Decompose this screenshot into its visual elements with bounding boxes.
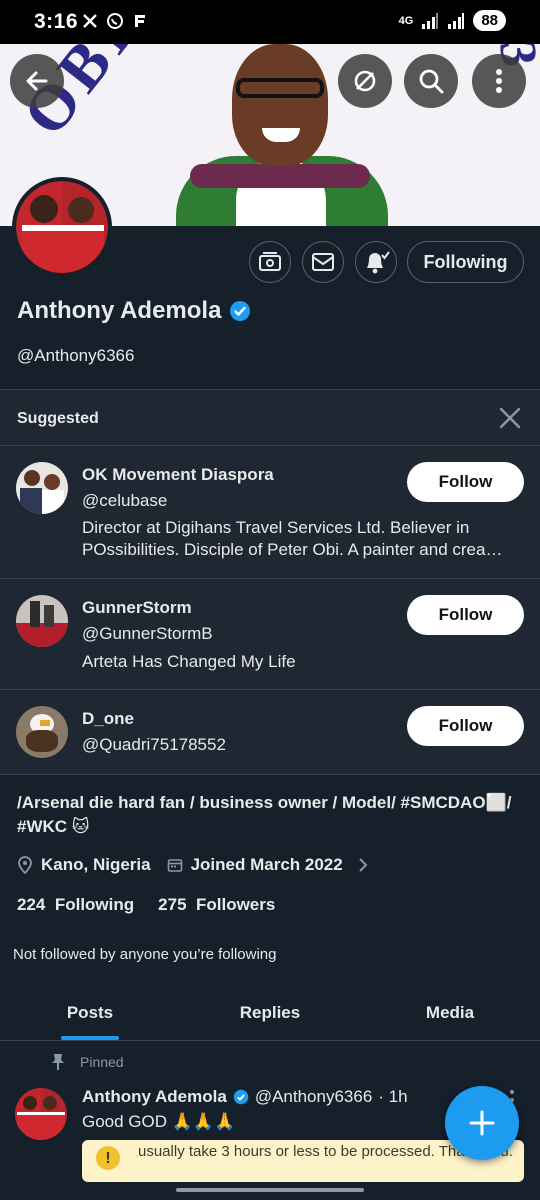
signal-icon [422,12,439,29]
pinned-label: Pinned [80,1054,124,1070]
divider [0,389,540,390]
following-button[interactable]: Following [407,241,524,283]
profile-handle: @Anthony6366 [17,346,135,365]
translate-button[interactable] [338,54,392,108]
suggestion-avatar[interactable] [16,706,68,758]
compose-button[interactable] [445,1086,519,1160]
more-options-button[interactable] [472,54,526,108]
profile-name: Anthony Ademola [17,297,222,324]
tab-label: Posts [66,1002,114,1022]
suggestion-name[interactable]: GunnerStorm [82,598,192,618]
whatsapp-icon [107,13,123,29]
divider [0,1040,540,1041]
notifications-button[interactable] [355,241,397,283]
arrow-left-icon [26,71,48,91]
chevron-right-icon [359,858,368,872]
status-bar: 3:16 4G 88 [0,0,540,44]
post-avatar[interactable] [15,1088,67,1140]
suggestion-name[interactable]: D_one [82,709,134,729]
tab-replies[interactable]: Replies [180,985,360,1040]
banner-figure-face [232,44,328,166]
warning-icon: ! [96,1146,120,1170]
pin-icon [52,1054,64,1070]
verified-badge-icon [233,1089,249,1105]
profile-tabs: Posts Replies Media [0,985,540,1040]
verified-badge-icon [230,301,251,321]
follow-button[interactable]: Follow [407,706,524,746]
profile-joined: Joined March 2022 [190,855,343,874]
suggestion-handle: @Quadri75178552 [82,735,226,754]
bell-check-icon [367,251,390,274]
disable-icon [354,70,376,92]
money-icon [259,252,281,271]
more-vertical-icon [496,69,502,93]
tab-label: Replies [239,1002,301,1022]
avatar-image [16,181,108,273]
profile-stats: 224 Following 275 Followers [17,895,275,915]
tip-button[interactable] [249,241,291,283]
battery-indicator: 88 [473,10,506,31]
profile-location: Kano, Nigeria [41,855,151,874]
plus-icon [469,1110,495,1136]
tab-media[interactable]: Media [360,985,540,1040]
notification-icons [82,12,148,30]
suggestion-handle: @GunnerStormB [82,624,213,643]
following-text: Following [54,895,135,914]
network-label: 4G [398,14,414,27]
followers-text: Followers [195,895,276,914]
post-handle: @Anthony6366 [254,1087,373,1106]
suggestion-avatar[interactable] [16,462,68,514]
envelope-icon [312,253,334,271]
tab-posts[interactable]: Posts [0,985,180,1040]
gesture-bar[interactable] [176,1188,364,1192]
profile-name-row: Anthony Ademola [17,297,251,325]
divider [0,445,540,446]
follow-button[interactable]: Follow [407,595,524,635]
followers-count: 275 [158,895,187,914]
post-author[interactable]: Anthony Ademola [82,1087,227,1107]
suggestion-name[interactable]: OK Movement Diaspora [82,465,274,485]
back-button[interactable] [10,54,64,108]
following-stat[interactable]: 224 Following [17,895,134,915]
followers-stat[interactable]: 275 Followers [158,895,275,915]
calendar-icon [167,859,182,872]
status-right: 4G 88 [399,10,506,31]
signal-icon-2 [448,12,465,29]
follow-button[interactable]: Follow [407,462,524,502]
status-time: 3:16 [34,10,79,33]
not-followed-note: Not followed by anyone you’re following [13,946,277,963]
post-time: · 1h [378,1087,408,1106]
search-icon [419,69,444,94]
suggestion-handle: @celubase [82,491,168,510]
divider [0,689,540,690]
profile-bio: /Arsenal die hard fan / business owner /… [17,793,512,836]
post-header: Anthony Ademola @Anthony6366 · 1h [82,1087,408,1107]
profile-meta: Kano, Nigeria Joined March 2022 [17,855,369,875]
divider [0,774,540,775]
divider [0,578,540,579]
suggested-title: Suggested [17,410,99,427]
search-button[interactable] [404,54,458,108]
close-icon[interactable] [497,405,523,431]
suggestion-bio: Director at Digihans Travel Services Ltd… [82,518,503,559]
suggestion-avatar[interactable] [16,595,68,647]
app-notification-icon [135,15,145,27]
suggestion-bio: Arteta Has Changed My Life [82,652,296,671]
pinned-label-row: Pinned [50,1053,124,1071]
banner-figure-collar [190,164,370,188]
following-count: 224 [17,895,46,914]
profile-avatar[interactable] [12,177,112,277]
location-pin-icon [18,856,32,874]
banner-figure-glasses [236,78,324,98]
post-text: Good GOD 🙏🙏🙏 [82,1112,236,1131]
tab-label: Media [425,1002,475,1022]
x-logo-icon [83,14,97,28]
message-button[interactable] [302,241,344,283]
